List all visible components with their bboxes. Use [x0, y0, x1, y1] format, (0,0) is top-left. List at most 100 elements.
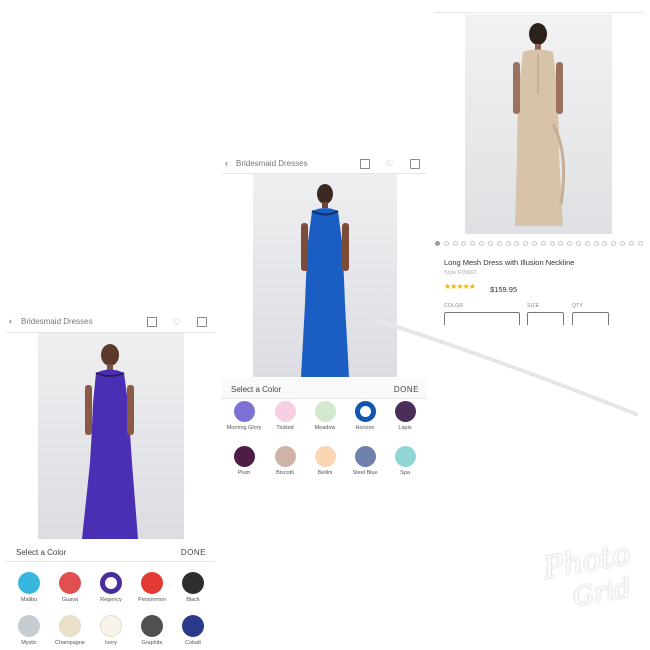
- color-swatch-meadow[interactable]: Meadow: [304, 401, 346, 431]
- color-swatch-ivory[interactable]: Ivory: [91, 615, 131, 646]
- top-nav-bar: ‹ Bridesmaid Dresses ♡: [222, 158, 427, 174]
- swatch-circle[interactable]: [100, 572, 122, 594]
- swatch-label: Horizon: [355, 425, 375, 431]
- swatch-label: Guava: [61, 597, 79, 603]
- carousel-dot[interactable]: [505, 241, 511, 246]
- swatch-circle[interactable]: [141, 572, 163, 594]
- color-field-label: COLOR: [444, 303, 464, 309]
- swatch-circle[interactable]: [274, 401, 296, 422]
- swatch-label: Cobalt: [185, 640, 201, 646]
- carousel-dot[interactable]: [514, 241, 520, 246]
- bag-icon[interactable]: [197, 317, 207, 327]
- back-chevron-icon[interactable]: ‹: [225, 158, 228, 168]
- carousel-dot[interactable]: [593, 241, 599, 246]
- carousel-dot[interactable]: [584, 241, 590, 246]
- breadcrumb[interactable]: Bridesmaid Dresses: [236, 159, 308, 168]
- swatch-label: Meadow: [314, 425, 336, 431]
- swatch-circle[interactable]: [182, 572, 204, 594]
- color-swatch-mystic[interactable]: Mystic: [9, 615, 49, 646]
- swatch-circle[interactable]: [233, 401, 255, 422]
- swatch-circle[interactable]: [354, 446, 376, 467]
- top-nav-bar: ‹ Bridesmaid Dresses ♡: [6, 316, 215, 333]
- back-chevron-icon[interactable]: ‹: [9, 316, 12, 326]
- heart-icon[interactable]: ♡: [173, 317, 181, 327]
- product-name: Long Mesh Dress with Illusion Neckline: [444, 258, 575, 267]
- color-swatch-champagne[interactable]: Champagne: [50, 615, 90, 646]
- swatch-label: Champagne: [55, 640, 85, 646]
- carousel-dot[interactable]: [452, 241, 458, 246]
- swatch-circle[interactable]: [394, 446, 416, 467]
- carousel-dot[interactable]: [496, 241, 502, 246]
- carousel-dot[interactable]: [602, 241, 608, 246]
- color-swatch-persimmon[interactable]: Persimmon: [132, 572, 172, 603]
- carousel-dot[interactable]: [540, 241, 546, 246]
- swatch-label: Morning Glory: [226, 425, 262, 431]
- carousel-dot[interactable]: [479, 241, 485, 246]
- color-swatch-cobalt[interactable]: Cobalt: [173, 615, 213, 646]
- color-swatch-spa[interactable]: Spa: [384, 446, 426, 476]
- heart-icon[interactable]: ♡: [386, 159, 394, 169]
- price: $159.95: [490, 285, 518, 294]
- color-swatch-black[interactable]: Black: [173, 572, 213, 603]
- carousel-dot[interactable]: [567, 241, 573, 246]
- swatch-label: Steel Blue: [352, 470, 378, 476]
- carousel-dot[interactable]: [637, 241, 643, 246]
- rating-stars[interactable]: ★★★★★: [444, 282, 476, 291]
- swatch-label: Ivory: [105, 640, 117, 646]
- carousel-dot[interactable]: [461, 241, 467, 246]
- color-swatch-biscotti[interactable]: Biscotti: [264, 446, 306, 476]
- swatch-circle[interactable]: [274, 446, 296, 467]
- swatch-circle[interactable]: [100, 615, 122, 637]
- share-icon[interactable]: [146, 317, 157, 327]
- swatch-circle[interactable]: [314, 401, 336, 422]
- product-photo-back: [465, 14, 612, 234]
- color-swatch-morning-glory[interactable]: Morning Glory: [223, 401, 265, 431]
- swatch-label: Malibu: [20, 597, 38, 603]
- carousel-dot[interactable]: [435, 241, 440, 246]
- product-photo: [38, 333, 184, 539]
- carousel-dot[interactable]: [549, 241, 555, 246]
- carousel-dot[interactable]: [611, 241, 617, 246]
- bag-icon[interactable]: [410, 159, 420, 169]
- carousel-dot[interactable]: [628, 241, 634, 246]
- swatch-circle[interactable]: [354, 401, 376, 422]
- done-button[interactable]: DONE: [181, 548, 206, 557]
- share-icon[interactable]: [359, 159, 370, 169]
- color-swatch-plum[interactable]: Plum: [223, 446, 265, 476]
- color-swatch-regency[interactable]: Regency: [91, 572, 131, 603]
- swatch-circle[interactable]: [18, 615, 40, 637]
- carousel-dots[interactable]: [434, 241, 644, 247]
- breadcrumb[interactable]: Bridesmaid Dresses: [21, 317, 93, 326]
- color-swatch-guava[interactable]: Guava: [50, 572, 90, 603]
- swatch-circle[interactable]: [182, 615, 204, 637]
- color-swatch-tickled[interactable]: Tickled: [264, 401, 306, 431]
- swatch-circle[interactable]: [59, 615, 81, 637]
- swatch-label: Regency: [100, 597, 122, 603]
- swatch-label: Graphite: [141, 640, 163, 646]
- swatch-circle[interactable]: [233, 446, 255, 467]
- carousel-dot[interactable]: [487, 241, 493, 246]
- swatch-label: Tickled: [276, 425, 294, 431]
- carousel-dot[interactable]: [558, 241, 564, 246]
- swatch-label: Biscotti: [276, 470, 294, 476]
- swatch-circle[interactable]: [18, 572, 40, 594]
- swatch-circle[interactable]: [314, 446, 336, 467]
- carousel-dot[interactable]: [470, 241, 476, 246]
- color-swatch-steel-blue[interactable]: Steel Blue: [344, 446, 386, 476]
- top-nav-bar: [434, 0, 644, 13]
- carousel-dot[interactable]: [443, 241, 449, 246]
- swatch-label: Mystic: [21, 640, 37, 646]
- color-swatch-graphite[interactable]: Graphite: [132, 615, 172, 646]
- dress-illustration: [513, 23, 566, 226]
- swatch-circle[interactable]: [141, 615, 163, 637]
- swipe-streak: [374, 318, 638, 416]
- size-field-label: SIZE: [527, 303, 540, 309]
- carousel-dot[interactable]: [576, 241, 581, 246]
- select-color-title: Select a Color: [231, 385, 282, 394]
- color-swatch-malibu[interactable]: Malibu: [9, 572, 49, 603]
- carousel-dot[interactable]: [531, 241, 537, 246]
- swatch-circle[interactable]: [59, 572, 81, 594]
- carousel-dot[interactable]: [523, 241, 529, 246]
- carousel-dot[interactable]: [620, 241, 626, 246]
- color-swatch-bellini[interactable]: Bellini: [304, 446, 346, 476]
